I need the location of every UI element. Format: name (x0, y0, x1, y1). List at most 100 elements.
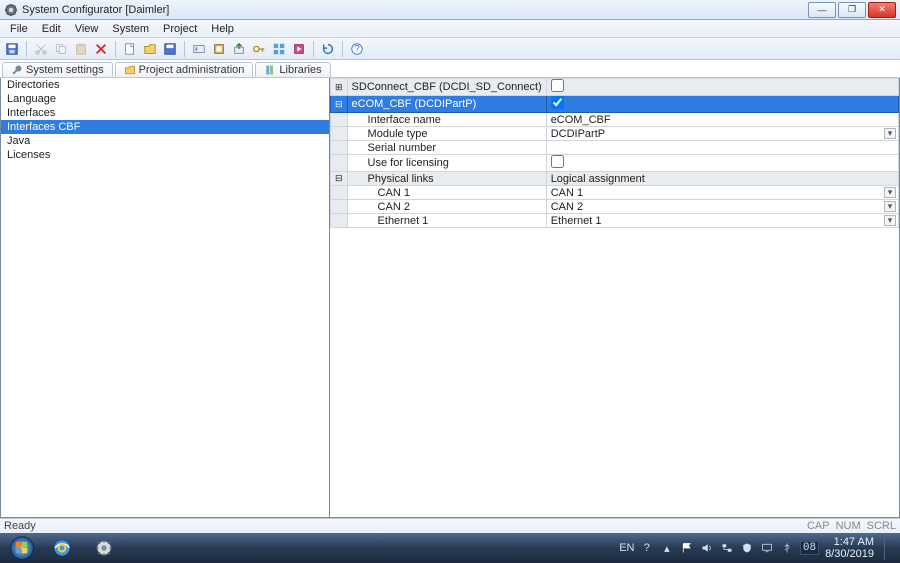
row-use-for-licensing[interactable]: Use for licensing (331, 155, 899, 172)
sidebar-item-language[interactable]: Language (1, 92, 329, 106)
tray-lang[interactable]: EN (620, 541, 634, 555)
menu-bar: File Edit View System Project Help (0, 20, 900, 38)
status-bar: Ready CAP NUM SCRL (0, 518, 900, 533)
menu-project[interactable]: Project (157, 22, 203, 36)
book-icon (264, 64, 276, 76)
show-desktop-button[interactable] (884, 536, 892, 560)
maximize-button[interactable]: ❐ (838, 2, 866, 18)
tab-libraries[interactable]: Libraries (255, 62, 330, 77)
row-value[interactable] (546, 96, 898, 113)
taskbar-ie-icon[interactable] (42, 536, 82, 560)
row-module-type[interactable]: Module type DCDIPartP▾ (331, 127, 899, 141)
row-can2[interactable]: CAN 2 CAN 2▾ (331, 200, 899, 214)
refresh-icon[interactable] (320, 41, 336, 57)
collapse-icon[interactable]: ⊟ (331, 96, 348, 113)
row-value[interactable]: DCDIPartP▾ (546, 127, 898, 141)
status-text: Ready (4, 520, 36, 532)
tray-shield-icon[interactable] (740, 541, 754, 555)
tray-chevron-up-icon[interactable]: ▴ (660, 541, 674, 555)
row-can1[interactable]: CAN 1 CAN 1▾ (331, 186, 899, 200)
chevron-down-icon[interactable]: ▾ (884, 128, 896, 139)
tray-clock[interactable]: 1:47 AM 8/30/2019 (825, 536, 874, 560)
row-value[interactable]: CAN 2▾ (546, 200, 898, 214)
minimize-button[interactable]: — (808, 2, 836, 18)
chevron-down-icon[interactable]: ▾ (884, 201, 896, 212)
grid-icon[interactable] (271, 41, 287, 57)
row-value[interactable] (546, 79, 898, 96)
sidebar-item-interfaces-cbf[interactable]: Interfaces CBF (1, 120, 329, 134)
app-icon (4, 3, 18, 17)
row-ethernet1[interactable]: Ethernet 1 Ethernet 1▾ (331, 214, 899, 228)
help-icon[interactable]: ? (349, 41, 365, 57)
row-value[interactable]: eCOM_CBF (546, 113, 898, 127)
tray-usb-icon[interactable] (780, 541, 794, 555)
menu-view[interactable]: View (69, 22, 105, 36)
open-icon[interactable] (142, 41, 158, 57)
expand-icon[interactable]: ⊞ (331, 79, 348, 96)
tab-label: Libraries (279, 64, 321, 76)
system-tray: EN ? ▴ 08 1:47 AM 8/30/2019 (620, 536, 896, 560)
status-cap: CAP (807, 520, 830, 532)
row-physical-links[interactable]: ⊟ Physical links Logical assignment (331, 172, 899, 186)
row-label: Physical links (347, 172, 546, 186)
tray-keyboard-indicator[interactable]: 08 (800, 541, 819, 555)
sidebar-item-directories[interactable]: Directories (1, 78, 329, 92)
property-panel: ⊞ SDConnect_CBF (DCDI_SD_Connect) ⊟ eCOM… (330, 78, 900, 518)
module-icon[interactable] (211, 41, 227, 57)
menu-help[interactable]: Help (205, 22, 240, 36)
status-num: NUM (836, 520, 861, 532)
tab-strip: System settings Project administration L… (0, 60, 900, 78)
row-label: eCOM_CBF (DCDIPartP) (347, 96, 546, 113)
row-label: Serial number (347, 141, 546, 155)
taskbar-app-icon[interactable] (84, 536, 124, 560)
tab-label: Project administration (139, 64, 245, 76)
paste-icon (73, 41, 89, 57)
tab-project-administration[interactable]: Project administration (115, 62, 254, 77)
run-icon[interactable] (291, 41, 307, 57)
menu-edit[interactable]: Edit (36, 22, 67, 36)
clock-date: 8/30/2019 (825, 548, 874, 560)
row-value[interactable]: CAN 1▾ (546, 186, 898, 200)
row-value: Logical assignment (546, 172, 898, 186)
menu-file[interactable]: File (4, 22, 34, 36)
row-value[interactable] (546, 155, 898, 172)
save-as-icon[interactable] (162, 41, 178, 57)
export-icon[interactable] (231, 41, 247, 57)
sidebar-item-licenses[interactable]: Licenses (1, 148, 329, 162)
start-button[interactable] (4, 534, 40, 562)
config-icon[interactable] (191, 41, 207, 57)
row-sdconnect[interactable]: ⊞ SDConnect_CBF (DCDI_SD_Connect) (331, 79, 899, 96)
chevron-down-icon[interactable]: ▾ (884, 187, 896, 198)
tray-volume-icon[interactable] (700, 541, 714, 555)
row-ecom[interactable]: ⊟ eCOM_CBF (DCDIPartP) (331, 96, 899, 113)
copy-icon (53, 41, 69, 57)
tray-flag-icon[interactable] (680, 541, 694, 555)
license-checkbox[interactable] (551, 155, 564, 168)
tray-network-icon[interactable] (720, 541, 734, 555)
row-label: SDConnect_CBF (DCDI_SD_Connect) (347, 79, 546, 96)
row-serial-number[interactable]: Serial number (331, 141, 899, 155)
save-icon[interactable] (4, 41, 20, 57)
sdconnect-checkbox[interactable] (551, 79, 564, 92)
sidebar-item-interfaces[interactable]: Interfaces (1, 106, 329, 120)
close-button[interactable]: ✕ (868, 2, 896, 18)
tray-help-icon[interactable]: ? (640, 541, 654, 555)
collapse-icon[interactable]: ⊟ (331, 172, 348, 186)
window-title: System Configurator [Daimler] (22, 4, 808, 16)
ecom-checkbox[interactable] (551, 96, 564, 109)
key-icon[interactable] (251, 41, 267, 57)
row-interface-name[interactable]: Interface name eCOM_CBF (331, 113, 899, 127)
tray-monitor-icon[interactable] (760, 541, 774, 555)
sidebar-item-java[interactable]: Java (1, 134, 329, 148)
delete-icon[interactable] (93, 41, 109, 57)
cut-icon (33, 41, 49, 57)
new-doc-icon[interactable] (122, 41, 138, 57)
menu-system[interactable]: System (106, 22, 155, 36)
chevron-down-icon[interactable]: ▾ (884, 215, 896, 226)
row-value[interactable]: Ethernet 1▾ (546, 214, 898, 228)
tab-system-settings[interactable]: System settings (2, 62, 113, 77)
taskbar: EN ? ▴ 08 1:47 AM 8/30/2019 (0, 533, 900, 563)
row-label: CAN 1 (347, 186, 546, 200)
row-label: Ethernet 1 (347, 214, 546, 228)
row-value[interactable] (546, 141, 898, 155)
